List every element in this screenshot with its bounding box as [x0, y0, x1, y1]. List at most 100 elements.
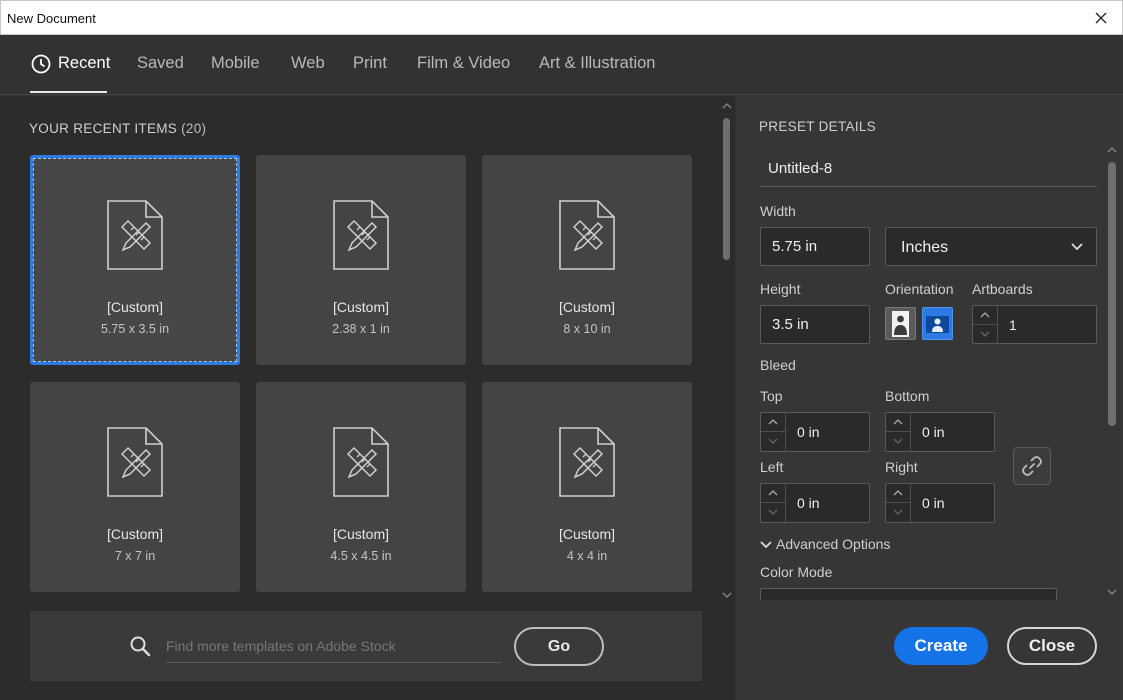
document-ruler-pencil-icon — [333, 427, 389, 497]
preset-size: 4.5 x 4.5 in — [330, 549, 392, 563]
bleed-bottom-increment[interactable] — [886, 413, 910, 432]
bleed-top-increment[interactable] — [761, 413, 785, 432]
document-ruler-pencil-icon — [559, 427, 615, 497]
chevron-down-icon — [893, 509, 903, 515]
preset-name: [Custom] — [332, 299, 389, 315]
preset-name: [Custom] — [332, 526, 389, 542]
preset-card[interactable]: [Custom] 7 x 7 in — [30, 382, 240, 592]
tab-recent[interactable]: Recent — [58, 54, 110, 73]
width-field[interactable]: 5.75 in — [760, 227, 870, 266]
chevron-up-icon — [980, 312, 990, 318]
bleed-right-label: Right — [885, 459, 918, 475]
stock-search-input[interactable] — [166, 629, 501, 663]
search-icon — [130, 636, 151, 657]
bleed-left-stepper[interactable]: 0 in — [760, 483, 870, 523]
close-button[interactable]: Close — [1007, 627, 1097, 665]
preset-card[interactable]: [Custom] 4 x 4 in — [482, 382, 692, 592]
preset-details-pane: PRESET DETAILS Width 5.75 in Inches Heig… — [736, 96, 1123, 700]
bleed-top-label: Top — [760, 388, 783, 404]
units-dropdown[interactable]: Inches — [885, 227, 1097, 266]
preset-size: 5.75 x 3.5 in — [100, 322, 170, 336]
recent-items-header: YOUR RECENT ITEMS (20) — [29, 121, 206, 136]
preset-size: 2.38 x 1 in — [332, 322, 390, 336]
bleed-left-label: Left — [760, 459, 784, 475]
scroll-down-arrow-icon[interactable] — [1107, 588, 1117, 596]
artboards-decrement[interactable] — [973, 325, 997, 344]
advanced-options-label: Advanced Options — [776, 536, 891, 552]
bleed-left-increment[interactable] — [761, 484, 785, 503]
portrait-person-icon — [892, 311, 909, 337]
scrollbar-thumb[interactable] — [723, 118, 730, 260]
link-icon — [1022, 456, 1042, 476]
tab-web[interactable]: Web — [291, 54, 325, 73]
preset-name: [Custom] — [106, 526, 163, 542]
bleed-left-value: 0 in — [797, 495, 820, 511]
bleed-right-decrement[interactable] — [886, 503, 910, 522]
preset-name: [Custom] — [106, 299, 163, 315]
preset-details-scrollbar[interactable] — [1106, 144, 1118, 604]
preset-details-header: PRESET DETAILS — [759, 119, 876, 134]
width-value: 5.75 in — [772, 238, 818, 255]
height-label: Height — [760, 281, 801, 297]
bleed-right-stepper[interactable]: 0 in — [885, 483, 995, 523]
bleed-top-value: 0 in — [797, 424, 820, 440]
color-mode-dropdown[interactable] — [760, 588, 1057, 600]
chevron-up-icon — [768, 419, 778, 425]
bleed-bottom-value: 0 in — [922, 424, 945, 440]
chevron-down-icon — [1071, 243, 1083, 251]
tab-mobile[interactable]: Mobile — [211, 54, 260, 73]
chevron-down-icon — [768, 438, 778, 444]
recent-items-scrollbar[interactable] — [721, 100, 732, 602]
active-tab-indicator — [30, 91, 107, 93]
chevron-down-icon — [768, 509, 778, 515]
preset-card[interactable]: [Custom] 8 x 10 in — [482, 155, 692, 365]
bleed-top-stepper[interactable]: 0 in — [760, 412, 870, 452]
artboards-increment[interactable] — [973, 306, 997, 325]
preset-card[interactable]: [Custom] 2.38 x 1 in — [256, 155, 466, 365]
bleed-bottom-decrement[interactable] — [886, 432, 910, 451]
document-ruler-pencil-icon — [559, 200, 615, 270]
go-button[interactable]: Go — [514, 627, 604, 666]
artboards-label: Artboards — [972, 281, 1033, 297]
chevron-up-icon — [893, 490, 903, 496]
preset-size: 7 x 7 in — [114, 549, 156, 563]
scroll-up-arrow-icon[interactable] — [1107, 146, 1117, 154]
chevron-up-icon — [768, 490, 778, 496]
chevron-down-icon — [980, 331, 990, 337]
portrait-orientation-button[interactable] — [885, 307, 916, 340]
height-field[interactable]: 3.5 in — [760, 305, 870, 344]
bleed-left-decrement[interactable] — [761, 503, 785, 522]
preset-card[interactable]: [Custom] 5.75 x 3.5 in — [30, 155, 240, 365]
tab-art-illustration[interactable]: Art & Illustration — [539, 54, 655, 73]
color-mode-label: Color Mode — [760, 564, 833, 580]
tab-saved[interactable]: Saved — [137, 54, 184, 73]
chevron-down-icon — [893, 438, 903, 444]
height-value: 3.5 in — [772, 316, 809, 333]
units-value: Inches — [901, 239, 949, 256]
create-button[interactable]: Create — [894, 627, 988, 665]
advanced-options-toggle[interactable]: Advanced Options — [760, 536, 890, 552]
document-ruler-pencil-icon — [333, 200, 389, 270]
window-close-icon[interactable] — [1090, 7, 1112, 29]
orientation-label: Orientation — [885, 281, 954, 297]
bleed-bottom-label: Bottom — [885, 388, 930, 404]
scroll-down-arrow-icon[interactable] — [722, 591, 732, 599]
preset-card[interactable]: [Custom] 4.5 x 4.5 in — [256, 382, 466, 592]
recent-items-pane: YOUR RECENT ITEMS (20) [Custom] 5.75 x 3.… — [0, 96, 735, 700]
bleed-bottom-stepper[interactable]: 0 in — [885, 412, 995, 452]
artboards-stepper[interactable]: 1 — [972, 305, 1097, 344]
width-label: Width — [760, 203, 796, 219]
landscape-orientation-button[interactable] — [922, 307, 953, 340]
scrollbar-thumb[interactable] — [1108, 162, 1116, 426]
document-name-input[interactable] — [760, 151, 1097, 187]
bleed-right-increment[interactable] — [886, 484, 910, 503]
clock-icon — [31, 54, 51, 74]
tab-print[interactable]: Print — [353, 54, 387, 73]
preset-name: [Custom] — [558, 526, 615, 542]
category-tabs: Recent Saved Mobile Web Print Film & Vid… — [0, 35, 1123, 95]
landscape-person-icon — [926, 316, 949, 333]
tab-film-video[interactable]: Film & Video — [417, 54, 510, 73]
link-bleed-button[interactable] — [1013, 447, 1051, 485]
bleed-top-decrement[interactable] — [761, 432, 785, 451]
scroll-up-arrow-icon[interactable] — [722, 102, 732, 110]
